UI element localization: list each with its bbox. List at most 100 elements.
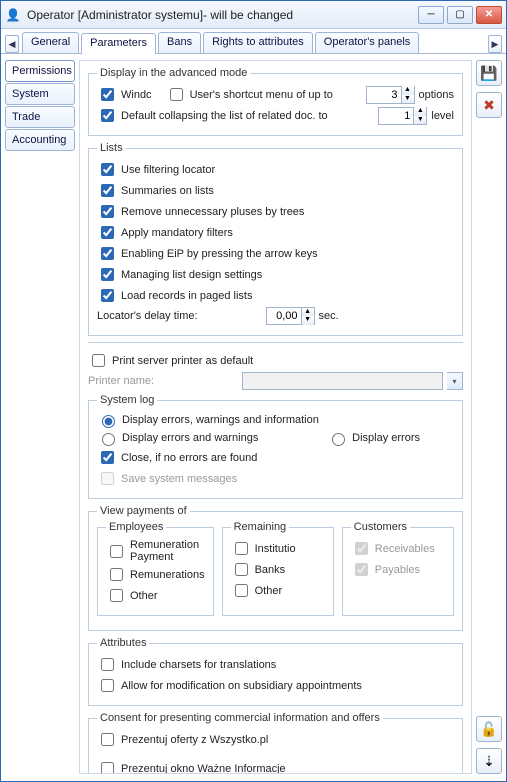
group-display-mode: Display in the advanced mode Windc User'… <box>88 67 463 136</box>
lock-open-icon: 🔓 <box>480 721 497 738</box>
spin-down-icon[interactable]: ▼ <box>402 95 414 104</box>
lbl-log-ew: Display errors and warnings <box>122 432 258 444</box>
unlock-button[interactable]: 🔓 <box>476 716 502 742</box>
group-consent: Consent for presenting commercial inform… <box>88 712 463 774</box>
lbl-cust-receivables: Receivables <box>375 543 435 555</box>
rad-log-ew[interactable] <box>102 433 115 446</box>
move-down-button[interactable]: ⇣ <box>476 748 502 774</box>
cancel-button[interactable]: ✖ <box>476 92 502 118</box>
save-button[interactable]: 💾 <box>476 60 502 86</box>
group-remaining: Remaining Institutio Banks Other <box>222 521 334 616</box>
chk-shortcut-menu[interactable] <box>170 88 183 101</box>
spin-down-icon[interactable]: ▼ <box>302 316 314 325</box>
spin-delay[interactable]: ▲▼ <box>266 307 315 325</box>
lbl-rem-other: Other <box>255 585 283 597</box>
lbl-rem-banks: Banks <box>255 564 286 576</box>
main-tabstrip: ◀ General Parameters Bans Rights to attr… <box>1 29 506 54</box>
chk-emp-remun-payment[interactable] <box>110 545 123 558</box>
lbl-shortcut-menu: User's shortcut menu of up to <box>190 89 333 101</box>
minimize-button[interactable]: ─ <box>418 6 444 24</box>
spin-shortcut-options[interactable]: ▲▼ <box>366 86 415 104</box>
chk-subsidiary[interactable] <box>101 679 114 692</box>
chk-remove-pluses[interactable] <box>101 205 114 218</box>
tabstrip-scroll-left[interactable]: ◀ <box>5 35 19 53</box>
rad-log-all[interactable] <box>102 415 115 428</box>
chk-wazne[interactable] <box>101 762 114 774</box>
spin-shortcut-options-input[interactable] <box>367 89 401 101</box>
tab-operator-panels[interactable]: Operator's panels <box>315 32 419 53</box>
tab-bans[interactable]: Bans <box>158 32 201 53</box>
chk-load-paged[interactable] <box>101 289 114 302</box>
group-employees: Employees Remuneration Payment Remunerat… <box>97 521 214 616</box>
sidetab-permissions[interactable]: Permissions <box>5 60 75 82</box>
input-printer-name <box>242 372 443 390</box>
maximize-button[interactable]: ▢ <box>447 6 473 24</box>
tabstrip-scroll-right[interactable]: ▶ <box>488 35 502 53</box>
chk-windc[interactable] <box>101 88 114 101</box>
lbl-use-filtering: Use filtering locator <box>121 164 215 176</box>
spin-up-icon[interactable]: ▲ <box>414 107 426 116</box>
tab-rights-attributes[interactable]: Rights to attributes <box>203 32 313 53</box>
chk-managing-design[interactable] <box>101 268 114 281</box>
chk-emp-remunerations[interactable] <box>110 568 123 581</box>
chk-close-none[interactable] <box>101 451 114 464</box>
chk-enable-eip[interactable] <box>101 247 114 260</box>
lbl-close-none: Close, if no errors are found <box>121 452 257 464</box>
chk-mandatory-filters[interactable] <box>101 226 114 239</box>
floppy-icon: 💾 <box>480 65 497 82</box>
group-consent-legend: Consent for presenting commercial inform… <box>97 712 383 724</box>
spin-collapse-level[interactable]: ▲▼ <box>378 107 427 125</box>
lbl-mandatory-filters: Apply mandatory filters <box>121 227 233 239</box>
spin-up-icon[interactable]: ▲ <box>402 86 414 95</box>
lbl-rem-institutio: Institutio <box>255 543 296 555</box>
rad-log-e[interactable] <box>332 433 345 446</box>
permissions-panel: Display in the advanced mode Windc User'… <box>79 60 472 774</box>
spin-down-icon[interactable]: ▼ <box>414 116 426 125</box>
sidetab-trade[interactable]: Trade <box>5 106 75 128</box>
lbl-save-msgs: Save system messages <box>121 473 237 485</box>
group-view-payments-legend: View payments of <box>97 505 190 517</box>
chk-rem-other[interactable] <box>235 584 248 597</box>
spin-collapse-level-input[interactable] <box>379 110 413 122</box>
group-attributes: Attributes Include charsets for translat… <box>88 637 463 706</box>
lbl-emp-remun-payment: Remuneration Payment <box>130 539 205 563</box>
chk-rem-banks[interactable] <box>235 563 248 576</box>
side-tabs: Permissions System Trade Accounting <box>1 54 79 780</box>
lbl-delay-unit: sec. <box>319 310 339 322</box>
tab-parameters[interactable]: Parameters <box>81 33 156 54</box>
spin-up-icon[interactable]: ▲ <box>302 308 314 317</box>
chk-default-collapse[interactable] <box>101 109 114 122</box>
group-lists-legend: Lists <box>97 142 126 154</box>
lbl-emp-remunerations: Remunerations <box>130 569 205 581</box>
chk-rem-institutio[interactable] <box>235 542 248 555</box>
lbl-remove-pluses: Remove unnecessary pluses by trees <box>121 206 304 218</box>
group-remaining-legend: Remaining <box>231 521 290 533</box>
group-attributes-legend: Attributes <box>97 637 149 649</box>
group-syslog: System log Display errors, warnings and … <box>88 394 463 499</box>
chk-use-filtering[interactable] <box>101 163 114 176</box>
chk-save-msgs <box>101 472 114 485</box>
sidetab-accounting[interactable]: Accounting <box>5 129 75 151</box>
lbl-log-all: Display errors, warnings and information <box>122 414 319 426</box>
lbl-wszystko: Prezentuj oferty z Wszystko.pl <box>121 734 268 746</box>
right-toolbar: 💾 ✖ 🔓 ⇣ <box>472 54 506 780</box>
group-lists: Lists Use filtering locator Summaries on… <box>88 142 463 336</box>
lbl-options: options <box>419 89 454 101</box>
group-customers: Customers Receivables Payables <box>342 521 454 616</box>
lbl-enable-eip: Enabling EiP by pressing the arrow keys <box>121 248 318 260</box>
tab-general[interactable]: General <box>22 32 79 53</box>
chk-wszystko[interactable] <box>101 733 114 746</box>
chk-cust-receivables <box>355 542 368 555</box>
chk-print-default[interactable] <box>92 354 105 367</box>
spin-delay-input[interactable] <box>267 310 301 322</box>
close-button[interactable]: ✕ <box>476 6 502 24</box>
group-customers-legend: Customers <box>351 521 410 533</box>
chk-emp-other[interactable] <box>110 589 123 602</box>
chk-summaries[interactable] <box>101 184 114 197</box>
arrow-down-icon: ⇣ <box>483 753 495 770</box>
lbl-emp-other: Other <box>130 590 158 602</box>
lbl-log-e: Display errors <box>352 432 420 444</box>
lbl-charsets: Include charsets for translations <box>121 659 276 671</box>
sidetab-system[interactable]: System <box>5 83 75 105</box>
chk-charsets[interactable] <box>101 658 114 671</box>
